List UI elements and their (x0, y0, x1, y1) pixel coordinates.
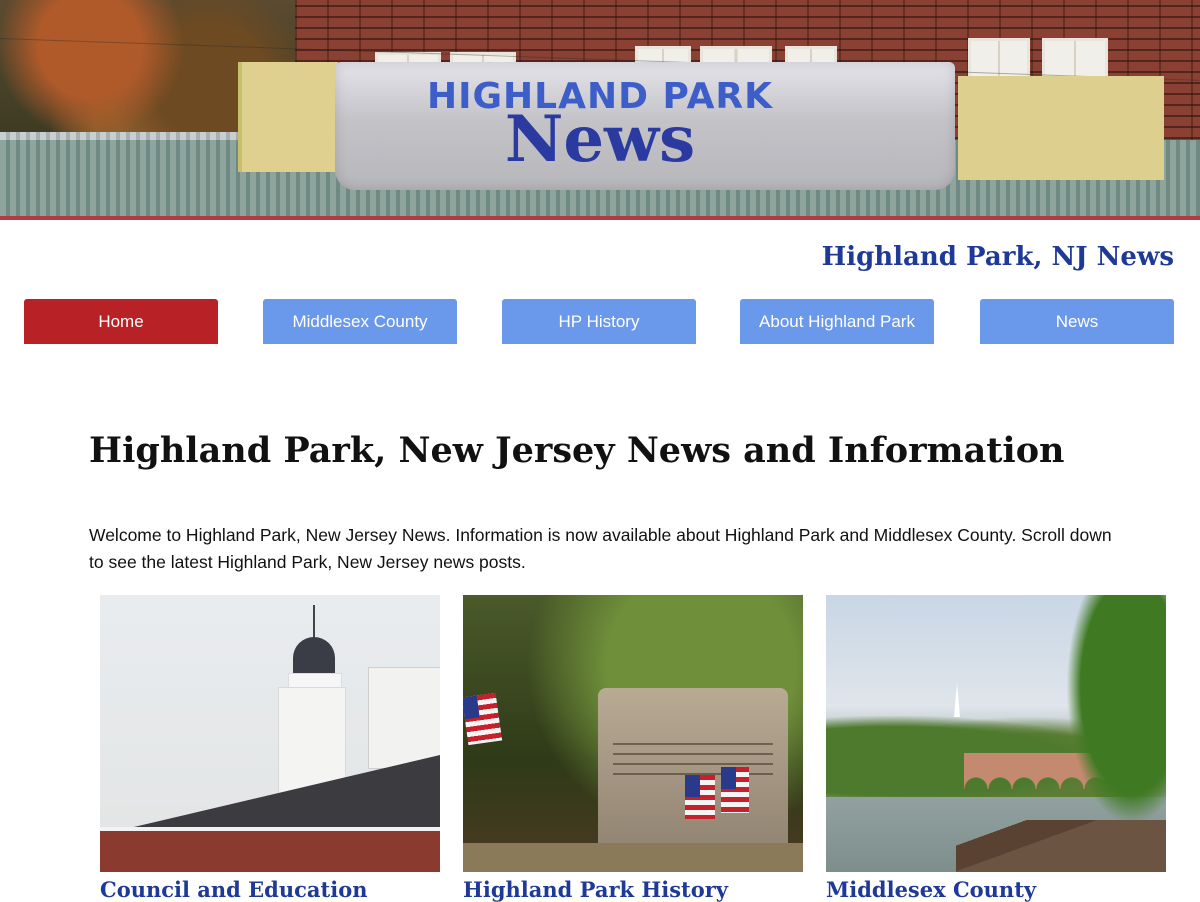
nav-middlesex-county-button[interactable]: Middlesex County (263, 299, 457, 344)
intro-paragraph: Welcome to Highland Park, New Jersey New… (89, 525, 1112, 572)
card-middlesex-county[interactable]: Middlesex County (826, 595, 1166, 902)
site-title[interactable]: Highland Park, NJ News (822, 242, 1174, 272)
card-highland-park-history[interactable]: Highland Park History (463, 595, 803, 902)
flag-icon (721, 767, 749, 813)
header-banner: HIGHLAND PARK News (0, 0, 1200, 216)
roof-slope (100, 755, 440, 835)
cupola-dome (293, 637, 335, 677)
brick-wall (100, 831, 440, 872)
card-image-river[interactable] (826, 595, 1166, 872)
card-council-education[interactable]: Council and Education (100, 595, 440, 902)
nav-news-button[interactable]: News (980, 299, 1174, 344)
card-title-link[interactable]: Highland Park History (463, 877, 728, 902)
banner-line2: News (504, 102, 696, 177)
card-title-link[interactable]: Council and Education (100, 877, 367, 902)
card-title-link[interactable]: Middlesex County (826, 877, 1036, 902)
second-cupola (368, 667, 440, 769)
banner-window (1042, 38, 1108, 80)
memorial-base (463, 843, 803, 872)
main-nav: Home Middlesex County HP History About H… (24, 299, 1174, 345)
flag-icon (685, 775, 715, 819)
riverbank-debris (956, 820, 1166, 872)
flag-icon (463, 692, 503, 746)
weathervane-spire (313, 605, 315, 639)
foreground-tree (1066, 595, 1166, 825)
card-image-memorial[interactable] (463, 595, 803, 872)
page-title: Highland Park, New Jersey News and Infor… (89, 430, 1065, 471)
nav-hp-history-button[interactable]: HP History (502, 299, 696, 344)
card-image-cupola[interactable] (100, 595, 440, 872)
nav-about-highland-park-button[interactable]: About Highland Park (740, 299, 934, 344)
banner-divider (0, 216, 1200, 220)
church-steeple (954, 683, 960, 717)
nav-home-button[interactable]: Home (24, 299, 218, 344)
